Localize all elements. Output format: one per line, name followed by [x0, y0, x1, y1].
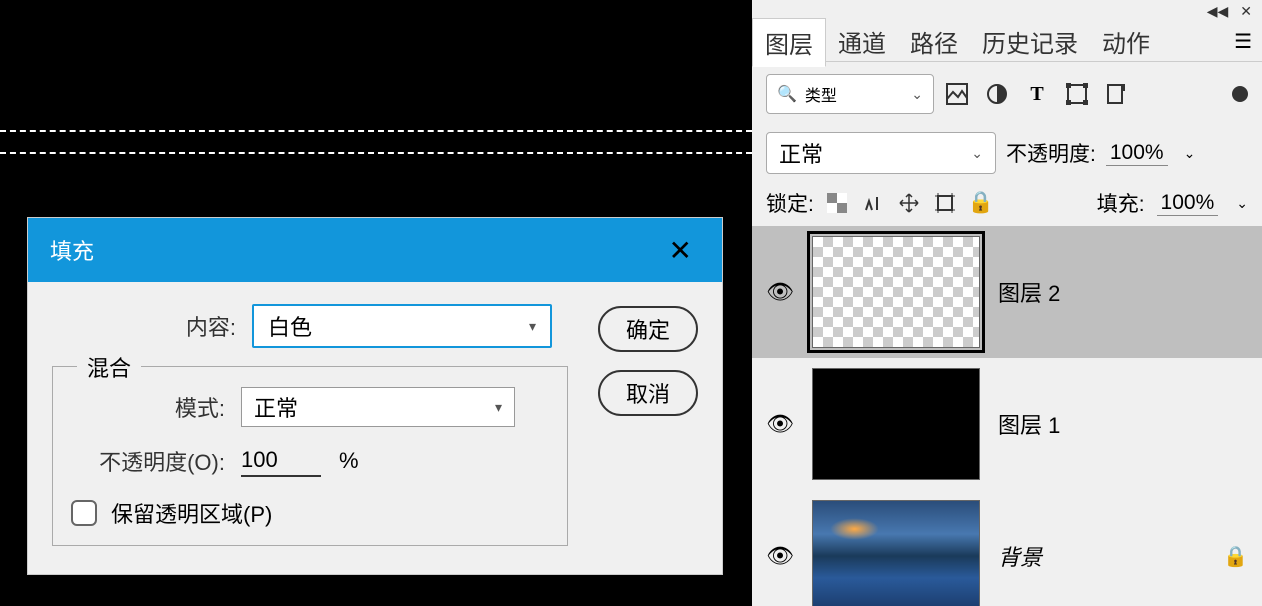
lock-transparency-icon[interactable]: [826, 192, 848, 214]
pixel-filter-icon[interactable]: [946, 83, 968, 105]
mode-select[interactable]: 正常 ▾: [241, 387, 515, 427]
layer-row[interactable]: 👁 背景 🔒: [752, 490, 1262, 606]
filter-toggle[interactable]: [1232, 86, 1248, 102]
visibility-icon[interactable]: 👁: [766, 411, 794, 437]
cancel-button[interactable]: 取消: [598, 370, 698, 416]
collapse-icon[interactable]: ◀◀: [1207, 3, 1229, 20]
preserve-label: 保留透明区域(P): [111, 497, 272, 529]
type-filter[interactable]: 🔍 类型 ⌄: [766, 74, 934, 114]
chevron-down-icon[interactable]: ⌄: [1236, 195, 1248, 212]
content-value: 白色: [268, 310, 312, 342]
tab-layers[interactable]: 图层: [752, 18, 826, 67]
opacity-label: 不透明度(O):: [71, 445, 241, 477]
blend-legend: 混合: [77, 351, 141, 383]
menu-icon[interactable]: ☰: [1234, 29, 1252, 54]
layer-name[interactable]: 图层 1: [998, 408, 1248, 440]
selection-marquee-top: [0, 130, 752, 132]
layers-list: 👁 图层 2 👁 图层 1 👁 背景 🔒: [752, 226, 1262, 606]
lock-label: 锁定:: [766, 188, 814, 218]
chevron-down-icon: ▾: [495, 399, 502, 416]
ok-button[interactable]: 确定: [598, 306, 698, 352]
layer-name[interactable]: 背景: [998, 540, 1205, 572]
percent-label: %: [339, 448, 359, 474]
visibility-icon[interactable]: 👁: [766, 279, 794, 305]
blend-mode-select[interactable]: 正常 ⌄: [766, 132, 996, 174]
layers-panel: ◀◀ ✕ 图层 通道 路径 历史记录 动作 ☰ 🔍 类型 ⌄ T 正常 ⌄ 不透…: [752, 0, 1262, 606]
preserve-transparency-checkbox[interactable]: [71, 500, 97, 526]
layer-thumbnail[interactable]: [812, 236, 980, 348]
smartobject-filter-icon[interactable]: [1106, 83, 1128, 105]
adjustment-filter-icon[interactable]: [986, 83, 1008, 105]
tab-actions[interactable]: 动作: [1090, 18, 1162, 65]
opacity-value[interactable]: 100%: [1106, 141, 1168, 166]
lock-pixels-icon[interactable]: [862, 192, 884, 214]
content-select[interactable]: 白色 ▾: [252, 304, 552, 348]
fill-dialog: 填充 ✕ 内容: 白色 ▾ 混合 模式: 正常 ▾: [28, 218, 722, 574]
tab-history[interactable]: 历史记录: [970, 18, 1090, 65]
mode-label: 模式:: [71, 391, 241, 423]
search-icon: 🔍: [777, 84, 797, 104]
panel-tabs: 图层 通道 路径 历史记录 动作 ☰: [752, 22, 1262, 62]
opacity-input[interactable]: [241, 445, 321, 477]
opacity-label: 不透明度:: [1006, 138, 1096, 168]
content-label: 内容:: [52, 310, 252, 342]
fill-value[interactable]: 100%: [1157, 191, 1219, 216]
close-panel-icon[interactable]: ✕: [1240, 3, 1252, 20]
visibility-icon[interactable]: 👁: [766, 543, 794, 569]
lock-all-icon[interactable]: 🔒: [970, 192, 992, 214]
type-filter-icon[interactable]: T: [1026, 83, 1048, 105]
dialog-title: 填充: [50, 234, 94, 266]
dialog-titlebar[interactable]: 填充 ✕: [28, 218, 722, 282]
layer-row[interactable]: 👁 图层 2: [752, 226, 1262, 358]
lock-position-icon[interactable]: [898, 192, 920, 214]
tab-channels[interactable]: 通道: [826, 18, 898, 65]
layer-thumbnail[interactable]: [812, 500, 980, 606]
layer-row[interactable]: 👁 图层 1: [752, 358, 1262, 490]
blend-fieldset: 混合 模式: 正常 ▾ 不透明度(O): % 保留透明区域(P): [52, 366, 568, 546]
lock-artboard-icon[interactable]: [934, 192, 956, 214]
chevron-down-icon: ▾: [529, 318, 536, 335]
chevron-down-icon: ⌄: [971, 145, 983, 162]
tab-paths[interactable]: 路径: [898, 18, 970, 65]
chevron-down-icon: ⌄: [911, 86, 923, 103]
fill-label: 填充:: [1097, 188, 1145, 218]
layer-thumbnail[interactable]: [812, 368, 980, 480]
shape-filter-icon[interactable]: [1066, 83, 1088, 105]
chevron-down-icon[interactable]: ⌄: [1184, 145, 1196, 162]
selection-marquee-bottom: [0, 152, 752, 154]
close-icon[interactable]: ✕: [661, 230, 700, 271]
mode-value: 正常: [254, 391, 298, 423]
layer-name[interactable]: 图层 2: [998, 276, 1248, 308]
lock-icon[interactable]: 🔒: [1223, 544, 1248, 569]
